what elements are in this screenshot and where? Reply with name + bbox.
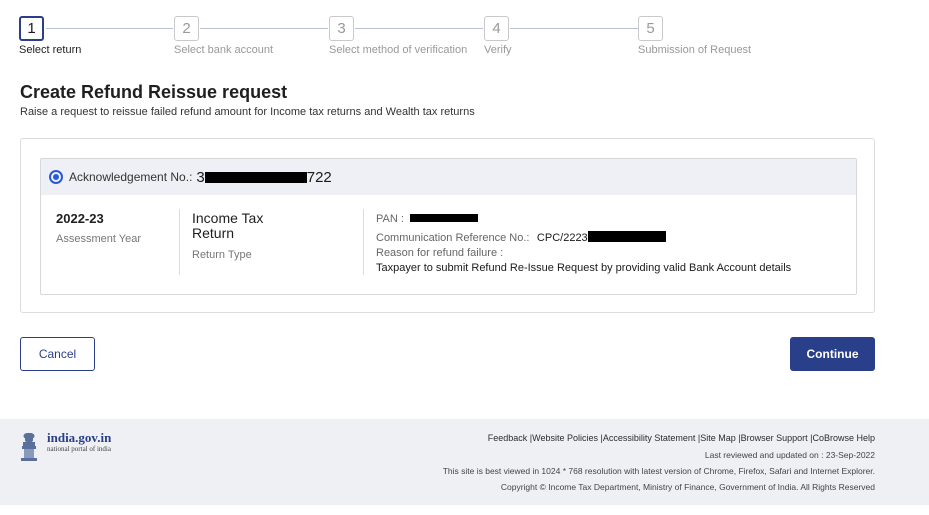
- step-label: Submission of Request: [638, 44, 752, 56]
- footer-link-feedback[interactable]: Feedback: [488, 433, 528, 443]
- comm-ref-redaction-mask: [587, 231, 666, 243]
- continue-button[interactable]: Continue: [790, 337, 875, 371]
- step-4: 4 Verify: [484, 16, 512, 56]
- reason-value: Taxpayer to submit Refund Re-Issue Reque…: [376, 262, 792, 274]
- acknowledgement-number-start: 3: [196, 168, 205, 186]
- comm-ref-row: Communication Reference No.: CPC/2223: [376, 228, 846, 245]
- acknowledgement-label: Acknowledgement No.:: [69, 170, 193, 184]
- page-title: Create Refund Reissue request: [20, 82, 288, 102]
- reason-label: Reason for refund failure :: [376, 247, 504, 259]
- comm-ref-value: CPC/2223: [536, 232, 588, 244]
- comm-ref-label: Communication Reference No.:: [376, 232, 530, 244]
- last-reviewed-text: Last reviewed and updated on : 23-Sep-20…: [704, 450, 875, 460]
- acknowledgement-number-end: 722: [306, 168, 332, 186]
- assessment-year-block: 2022-23 Assessment Year: [56, 211, 141, 245]
- step-label: Select return: [19, 44, 82, 56]
- footer-links: Feedback |Website Policies |Accessibilit…: [487, 433, 875, 443]
- india-gov-logo[interactable]: india.gov.in national portal of india: [19, 431, 111, 463]
- acknowledgement-number: 3 722: [196, 169, 331, 186]
- footer-link-cobrowse-help[interactable]: CoBrowse Help: [812, 433, 875, 443]
- return-list-panel: Acknowledgement No.: 3 722 2022-23 Assess…: [20, 138, 875, 313]
- step-3: 3 Select method of verification: [329, 16, 467, 56]
- cancel-button[interactable]: Cancel: [20, 337, 95, 371]
- logo-title: india.gov.in: [47, 430, 112, 445]
- assessment-year-value: 2022-23: [56, 211, 104, 226]
- column-divider: [179, 209, 180, 275]
- page-footer: india.gov.in national portal of india Fe…: [0, 419, 929, 505]
- step-number: 2: [174, 16, 199, 41]
- redaction-mask: [204, 172, 307, 184]
- footer-link-website-policies[interactable]: Website Policies: [532, 433, 598, 443]
- step-number: 4: [484, 16, 509, 41]
- progress-stepper: 1 Select return 2 Select bank account 3 …: [19, 16, 779, 60]
- column-divider: [363, 209, 364, 275]
- step-connector: [46, 28, 173, 29]
- step-1: 1 Select return: [19, 16, 81, 56]
- pan-row: PAN :: [376, 209, 846, 226]
- return-type-block: Income Tax Return Return Type: [192, 210, 282, 262]
- step-connector: [510, 28, 638, 29]
- step-label: Verify: [484, 44, 512, 56]
- footer-link-accessibility[interactable]: Accessibility Statement: [603, 433, 696, 443]
- logo-subtitle: national portal of india: [47, 445, 111, 453]
- step-2: 2 Select bank account: [174, 16, 273, 56]
- return-card[interactable]: Acknowledgement No.: 3 722 2022-23 Assess…: [40, 158, 857, 295]
- step-label: Select bank account: [174, 44, 274, 56]
- step-label: Select method of verification: [329, 44, 468, 56]
- return-select-radio[interactable]: [49, 170, 63, 184]
- page-subtitle: Raise a request to reissue failed refund…: [20, 106, 475, 118]
- step-number: 3: [329, 16, 354, 41]
- step-connector: [355, 28, 483, 29]
- step-number: 1: [19, 16, 44, 41]
- footer-link-browser-support[interactable]: Browser Support: [741, 433, 808, 443]
- footer-link-site-map[interactable]: Site Map: [700, 433, 736, 443]
- copyright-text: Copyright © Income Tax Department, Minis…: [500, 482, 875, 492]
- step-5: 5 Submission of Request: [638, 16, 751, 56]
- pan-redaction-mask: [410, 213, 479, 222]
- return-type-value: Income Tax Return: [192, 210, 264, 241]
- national-emblem-icon: [21, 433, 37, 461]
- step-connector: [200, 28, 328, 29]
- step-number: 5: [638, 16, 663, 41]
- best-viewed-text: This site is best viewed in 1024 * 768 r…: [442, 466, 875, 476]
- return-card-header[interactable]: Acknowledgement No.: 3 722: [41, 159, 856, 195]
- return-type-label: Return Type: [192, 249, 252, 261]
- assessment-year-label: Assessment Year: [56, 233, 141, 245]
- pan-label: PAN :: [376, 213, 404, 225]
- return-details-block: PAN : Communication Reference No.: CPC/2…: [376, 209, 846, 274]
